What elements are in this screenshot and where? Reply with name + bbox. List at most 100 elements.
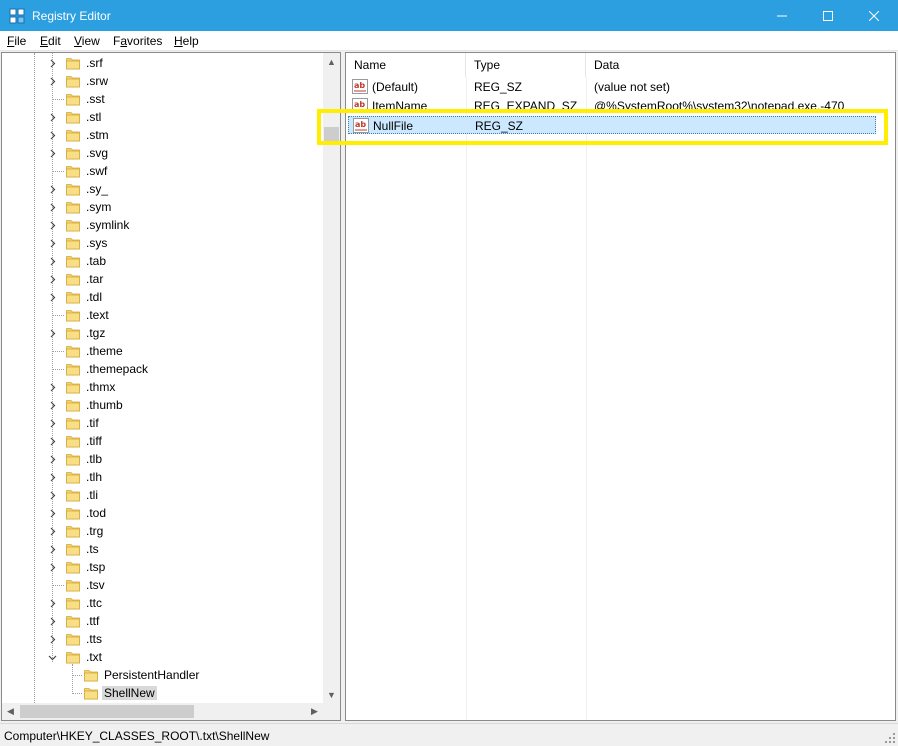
horizontal-scroll-thumb[interactable] [20, 705, 194, 718]
tree-horizontal-scrollbar[interactable]: ◀ ▶ [2, 703, 323, 720]
scroll-left-button[interactable]: ◀ [2, 703, 19, 720]
chevron-right-icon[interactable] [46, 290, 58, 304]
chevron-right-icon[interactable] [46, 128, 58, 142]
chevron-right-icon[interactable] [46, 470, 58, 484]
resize-grip-icon[interactable] [884, 732, 896, 744]
tree-item[interactable]: .tsp [2, 558, 324, 576]
chevron-right-icon[interactable] [46, 74, 58, 88]
values-pane[interactable]: Name Type Data ab (Default) REG_SZ (value n… [345, 52, 896, 721]
chevron-right-icon[interactable] [46, 110, 58, 124]
chevron-right-icon[interactable] [46, 560, 58, 574]
chevron-right-icon[interactable] [46, 326, 58, 340]
tree-item[interactable]: .thumb [2, 396, 324, 414]
tree-item[interactable]: .tiff [2, 432, 324, 450]
tree-item[interactable]: .tts [2, 630, 324, 648]
tree-item[interactable]: .tlh [2, 468, 324, 486]
scroll-right-button[interactable]: ▶ [306, 703, 323, 720]
chevron-right-icon[interactable] [46, 614, 58, 628]
chevron-down-icon[interactable] [46, 650, 58, 664]
tree-item[interactable]: .txt [2, 648, 324, 666]
column-header-name[interactable]: Name [346, 53, 466, 77]
menu-favorites[interactable]: Favorites [113, 34, 162, 48]
tree-item[interactable]: ShellNew [2, 684, 324, 702]
chevron-right-icon[interactable] [46, 506, 58, 520]
tree-item[interactable]: .srw [2, 72, 324, 90]
tree-item[interactable]: .tif [2, 414, 324, 432]
chevron-right-icon[interactable] [46, 524, 58, 538]
chevron-up-icon: ▲ [327, 56, 336, 67]
tree-item[interactable]: .symlink [2, 216, 324, 234]
tree-item[interactable]: .ttf [2, 612, 324, 630]
status-path: Computer\HKEY_CLASSES_ROOT\.txt\ShellNew [4, 729, 270, 743]
chevron-right-icon[interactable] [46, 596, 58, 610]
menu-edit[interactable]: Edit [40, 34, 61, 48]
folder-icon [66, 220, 80, 232]
chevron-right-icon[interactable] [46, 218, 58, 232]
tree-item[interactable]: .swf [2, 162, 324, 180]
chevron-right-icon[interactable] [46, 398, 58, 412]
tree-item-label: .ttc [86, 596, 103, 610]
chevron-right-icon[interactable] [46, 146, 58, 160]
tree-item[interactable]: .tgz [2, 324, 324, 342]
tree-item[interactable]: PersistentHandler [2, 666, 324, 684]
value-type: REG_SZ [474, 80, 523, 94]
chevron-right-icon[interactable] [46, 56, 58, 70]
tree-item[interactable]: .srf [2, 54, 324, 72]
scroll-down-button[interactable]: ▼ [323, 686, 340, 703]
tree-item[interactable]: .sys [2, 234, 324, 252]
folder-icon [66, 364, 80, 376]
tree-item[interactable]: .sst [2, 90, 324, 108]
tree-item[interactable]: .thmx [2, 378, 324, 396]
tree-item[interactable]: .sym [2, 198, 324, 216]
chevron-right-icon[interactable] [46, 488, 58, 502]
title-bar[interactable]: Registry Editor [0, 0, 898, 31]
folder-icon [66, 454, 80, 466]
menu-view[interactable]: View [74, 34, 100, 48]
tree-item[interactable]: .tab [2, 252, 324, 270]
chevron-right-icon[interactable] [46, 452, 58, 466]
tree-item[interactable]: .svg [2, 144, 324, 162]
tree-item[interactable]: .ttc [2, 594, 324, 612]
folder-icon [66, 130, 80, 142]
scroll-up-button[interactable]: ▲ [323, 53, 340, 70]
maximize-button[interactable] [805, 1, 851, 31]
menu-view-mnemonic: V [74, 34, 82, 48]
tree-item[interactable]: .tod [2, 504, 324, 522]
tree-item[interactable]: .trg [2, 522, 324, 540]
tree-item-label: .tod [86, 506, 107, 520]
tree-item[interactable]: .theme [2, 342, 324, 360]
chevron-right-icon[interactable] [46, 434, 58, 448]
tree-item[interactable]: .text [2, 306, 324, 324]
column-header-data[interactable]: Data [586, 53, 895, 77]
chevron-right-icon[interactable] [46, 236, 58, 250]
tree-item[interactable]: .tdl [2, 288, 324, 306]
tree-item[interactable]: .tsv [2, 576, 324, 594]
folder-icon [66, 580, 80, 592]
tree-item[interactable]: .themepack [2, 360, 324, 378]
column-header-type[interactable]: Type [466, 53, 586, 77]
key-tree-pane[interactable]: .srf .srw .sst .stl .stm .svg .swf .sy_ .sym .sym… [1, 52, 341, 721]
tree-item[interactable]: .stm [2, 126, 324, 144]
close-button[interactable] [851, 1, 897, 31]
tree-item[interactable]: .sy_ [2, 180, 324, 198]
folder-icon [66, 184, 80, 196]
chevron-right-icon[interactable] [46, 200, 58, 214]
chevron-right-icon[interactable] [46, 272, 58, 286]
chevron-right-icon[interactable] [46, 380, 58, 394]
value-name: (Default) [372, 80, 419, 94]
tree-item[interactable]: .ts [2, 540, 324, 558]
tree-item[interactable]: .stl [2, 108, 324, 126]
menu-help[interactable]: Help [174, 34, 199, 48]
tree-item[interactable]: .tli [2, 486, 324, 504]
tree-item[interactable]: .tar [2, 270, 324, 288]
menu-file[interactable]: File [7, 34, 26, 48]
chevron-right-icon[interactable] [46, 254, 58, 268]
chevron-right-icon[interactable] [46, 632, 58, 646]
tree-vertical-scrollbar[interactable]: ▲ ▼ [323, 53, 340, 703]
minimize-button[interactable] [759, 1, 805, 31]
chevron-right-icon[interactable] [46, 182, 58, 196]
chevron-right-icon[interactable] [46, 542, 58, 556]
tree-item[interactable]: .tlb [2, 450, 324, 468]
chevron-right-icon[interactable] [46, 416, 58, 430]
value-row[interactable]: ab (Default) REG_SZ (value not set) [348, 78, 876, 96]
